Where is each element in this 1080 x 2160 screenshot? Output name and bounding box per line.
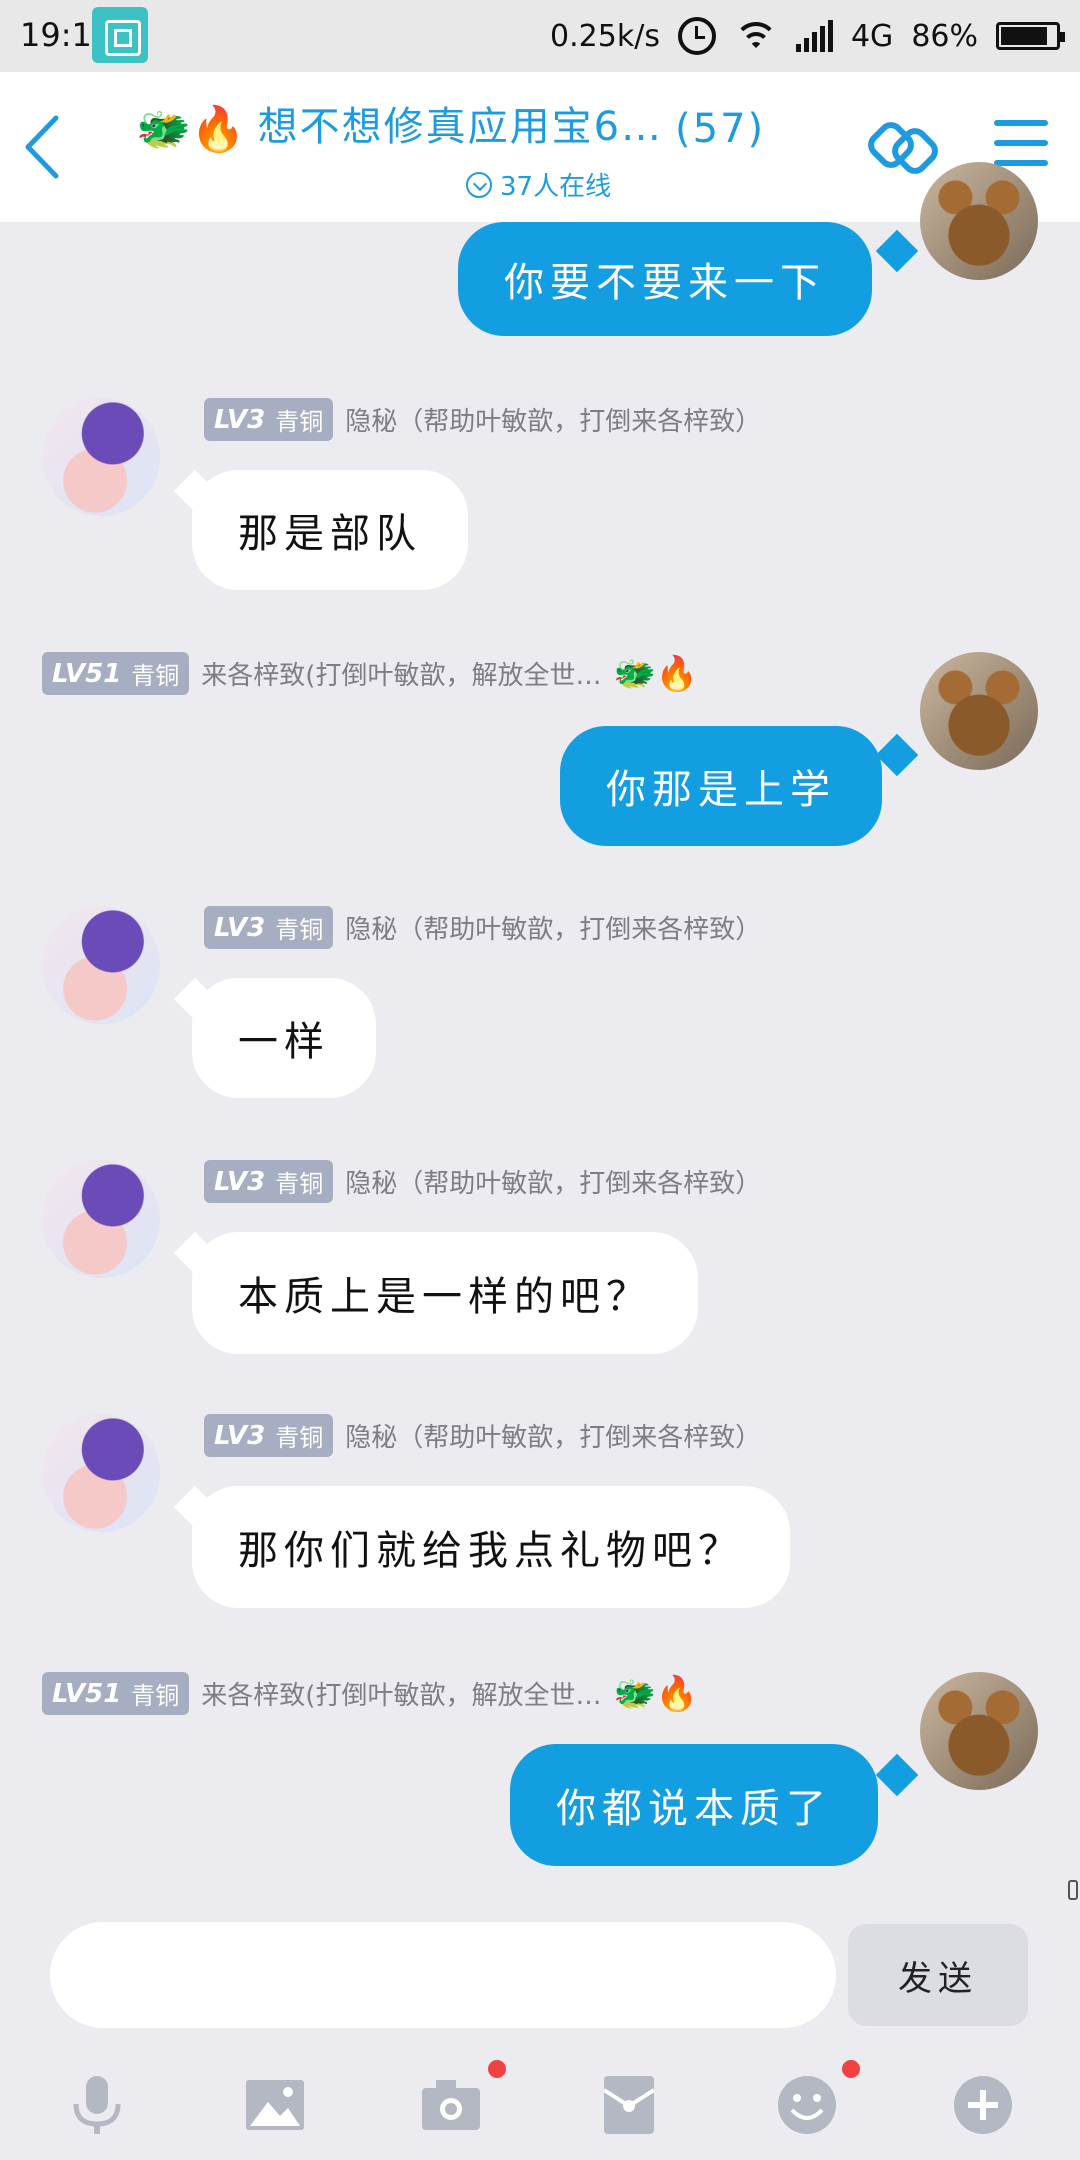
sender-meta: LV51 青铜 来各梓致(打倒叶敏歆，解放全世… 🐲🔥	[42, 652, 698, 695]
net-speed: 0.25k/s	[550, 18, 660, 54]
battery-icon	[996, 22, 1065, 50]
avatar[interactable]	[42, 1414, 160, 1532]
sender-name[interactable]: 隐秘（帮助叶敏歆，打倒来各梓致）	[345, 1417, 761, 1454]
level-badge: LV3 青铜	[204, 398, 334, 441]
message-text: 你那是上学	[606, 767, 836, 813]
message-bubble[interactable]: 你那是上学	[560, 726, 882, 846]
input-toolbar	[0, 2060, 1080, 2160]
message-bubble[interactable]: 那是部队	[192, 470, 468, 590]
notification-dot	[488, 2060, 506, 2078]
chevron-down-icon	[466, 171, 492, 198]
scroll-handle[interactable]	[1068, 1880, 1078, 1900]
plus-icon[interactable]	[948, 2070, 1018, 2140]
network-type: 4G	[850, 18, 894, 54]
message-bubble[interactable]: 你都说本质了	[510, 1744, 878, 1866]
avatar[interactable]	[42, 398, 160, 516]
message-bubble[interactable]: 你要不要来一下	[458, 222, 872, 336]
avatar[interactable]	[42, 1160, 160, 1278]
sender-meta: LV3 青铜 隐秘（帮助叶敏歆，打倒来各梓致）	[204, 1160, 761, 1203]
chat-header: 🐲🔥 想不想修真应用宝6… (57) 37人在线	[0, 72, 1080, 222]
message-text: 一样	[238, 1019, 330, 1065]
avatar[interactable]	[920, 162, 1038, 280]
online-status[interactable]: 37人在线	[466, 166, 611, 203]
alarm-icon	[677, 17, 716, 55]
status-indicators: 0.25k/s 4G 86%	[550, 12, 1065, 60]
level-badge: LV3 青铜	[204, 906, 334, 949]
message-input[interactable]	[50, 1922, 836, 2028]
sender-emoji: 🐲🔥	[613, 1673, 699, 1714]
sender-emoji: 🐲🔥	[613, 653, 699, 694]
sender-name[interactable]: 来各梓致(打倒叶敏歆，解放全世…	[201, 655, 601, 692]
group-title[interactable]: 🐲🔥 想不想修真应用宝6… (57)	[136, 94, 856, 152]
online-count: 37人在线	[500, 172, 612, 202]
microphone-icon[interactable]	[62, 2070, 132, 2140]
avatar[interactable]	[920, 1672, 1038, 1790]
screenshot-icon	[92, 7, 148, 63]
battery-percent: 86%	[911, 18, 978, 54]
message-bubble[interactable]: 本质上是一样的吧？	[192, 1232, 698, 1354]
sender-name[interactable]: 隐秘（帮助叶敏歆，打倒来各梓致）	[345, 909, 761, 946]
group-name: 想不想修真应用宝6…	[257, 104, 664, 150]
sender-meta: LV3 青铜 隐秘（帮助叶敏歆，打倒来各梓致）	[204, 906, 761, 949]
red-packet-icon[interactable]	[594, 2070, 664, 2140]
sender-name[interactable]: 隐秘（帮助叶敏歆，打倒来各梓致）	[345, 401, 761, 438]
message-text: 那你们就给我点礼物吧？	[238, 1528, 744, 1574]
avatar[interactable]	[920, 652, 1038, 770]
sender-name[interactable]: 隐秘（帮助叶敏歆，打倒来各梓致）	[345, 1163, 761, 1200]
notification-dot	[842, 2060, 860, 2078]
message-bubble[interactable]: 一样	[192, 978, 376, 1098]
wifi-icon	[733, 20, 778, 52]
emoji-icon[interactable]	[772, 2070, 842, 2140]
sender-name[interactable]: 来各梓致(打倒叶敏歆，解放全世…	[201, 1675, 601, 1712]
sender-meta: LV51 青铜 来各梓致(打倒叶敏歆，解放全世… 🐲🔥	[42, 1672, 698, 1715]
message-text: 本质上是一样的吧？	[238, 1274, 652, 1320]
member-count: (57)	[675, 106, 766, 152]
level-badge: LV51 青铜	[42, 1672, 190, 1715]
message-bubble[interactable]: 那你们就给我点礼物吧？	[192, 1486, 790, 1608]
level-badge: LV51 青铜	[42, 652, 190, 695]
title-emoji: 🐲🔥	[136, 104, 246, 155]
send-button[interactable]: 发送	[848, 1924, 1028, 2026]
sender-meta: LV3 青铜 隐秘（帮助叶敏歆，打倒来各梓致）	[204, 1414, 761, 1457]
signal-icon	[795, 20, 833, 52]
level-badge: LV3 青铜	[204, 1414, 334, 1457]
status-bar: 19:17 0.25k/s 4G 86%	[0, 0, 1080, 72]
back-icon[interactable]	[18, 112, 68, 182]
battery-fill	[1001, 27, 1047, 45]
level-badge: LV3 青铜	[204, 1160, 334, 1203]
message-list[interactable]: 你要不要来一下 LV3 青铜 隐秘（帮助叶敏歆，打倒来各梓致） 那是部队 LV51…	[0, 162, 1080, 1882]
message-text: 你都说本质了	[556, 1786, 832, 1832]
avatar[interactable]	[42, 906, 160, 1024]
camera-icon[interactable]	[416, 2070, 486, 2140]
share-link-icon[interactable]	[866, 110, 942, 186]
image-icon[interactable]	[240, 2070, 310, 2140]
menu-icon[interactable]	[994, 120, 1048, 168]
message-text: 你要不要来一下	[504, 260, 826, 306]
sender-meta: LV3 青铜 隐秘（帮助叶敏歆，打倒来各梓致）	[204, 398, 761, 441]
message-text: 那是部队	[238, 511, 422, 557]
